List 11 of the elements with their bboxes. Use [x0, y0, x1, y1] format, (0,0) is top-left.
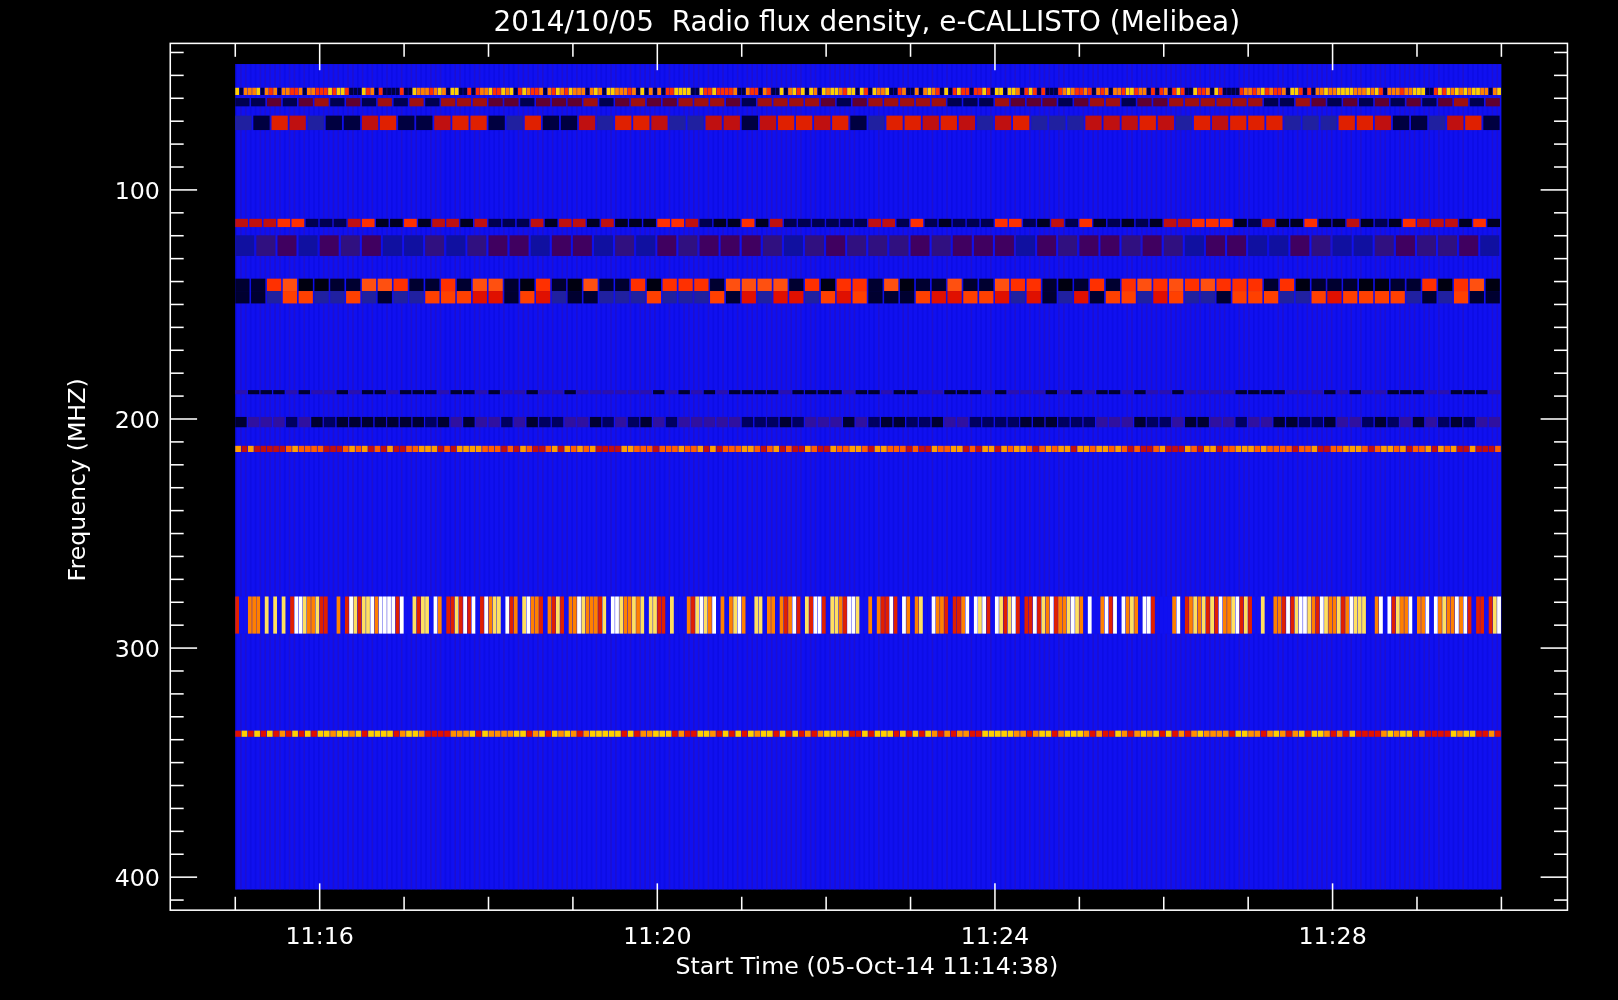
y-tick-label: 200	[114, 406, 160, 435]
y-axis-label: Frequency (MHZ)	[62, 378, 91, 582]
chart-title: 2014/10/05 Radio flux density, e-CALLISTO (Melibea)	[493, 5, 1241, 38]
y-tick-label: 400	[114, 864, 160, 893]
x-tick-label: 11:28	[1298, 922, 1367, 951]
x-tick-label: 11:24	[960, 922, 1030, 951]
y-tick-label: 100	[114, 177, 160, 206]
y-tick-label: 300	[114, 635, 160, 664]
x-tick-label: 11:16	[285, 922, 354, 951]
x-tick-label: 11:20	[623, 922, 692, 951]
x-axis-label: Start Time (05-Oct-14 11:14:38)	[675, 952, 1059, 981]
